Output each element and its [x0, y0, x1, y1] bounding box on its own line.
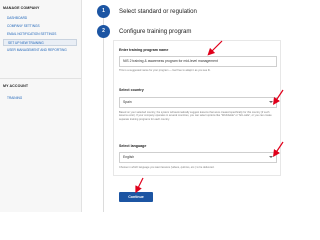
country-select-value: Spain [123, 100, 132, 104]
sidebar-item-training[interactable]: TRAINING [3, 95, 77, 102]
program-name-input[interactable]: NIS 2 training & awareness program for m… [119, 56, 277, 67]
sidebar-item-user-management[interactable]: USER MANAGEMENT AND REPORTING [3, 47, 77, 54]
step-connector-line [103, 10, 104, 212]
annotation-arrow-continue [135, 177, 144, 194]
sidebar-section-my-account: MY ACCOUNT [3, 84, 29, 88]
chevron-down-icon [269, 101, 273, 103]
country-select[interactable]: Spain [119, 97, 277, 108]
sidebar-item-email-notification-settings[interactable]: EMAIL NOTIFICATION SETTINGS [3, 31, 77, 38]
language-help: Choose in which language you want lesson… [119, 166, 215, 169]
country-label: Select country [119, 88, 144, 92]
step-1-badge: 1 [97, 5, 110, 18]
step-2-title: Configure training program [119, 28, 192, 35]
language-label: Select language [119, 144, 147, 148]
sidebar-item-set-up-new-training[interactable]: SET UP NEW TRAINING [3, 39, 77, 46]
sidebar-section-manage-company: MANAGE COMPANY [3, 6, 40, 10]
sidebar-divider [0, 78, 81, 79]
language-select[interactable]: English [119, 152, 277, 163]
step-2-badge: 2 [97, 25, 110, 38]
sidebar-item-dashboard[interactable]: DASHBOARD [3, 15, 77, 22]
program-name-label: Enter training program name [119, 48, 169, 52]
chevron-down-icon [269, 156, 273, 158]
sidebar-item-company-settings[interactable]: COMPANY SETTINGS [3, 23, 77, 30]
step-1-title[interactable]: Select standard or regulation [119, 8, 197, 15]
program-name-help: This is a suggested name for your progra… [119, 69, 211, 72]
continue-button[interactable]: Continue [119, 192, 153, 202]
language-select-value: English [123, 155, 135, 159]
country-help: Based on your selected country, the syst… [119, 111, 272, 121]
sidebar: MANAGE COMPANY DASHBOARD COMPANY SETTING… [0, 0, 82, 212]
